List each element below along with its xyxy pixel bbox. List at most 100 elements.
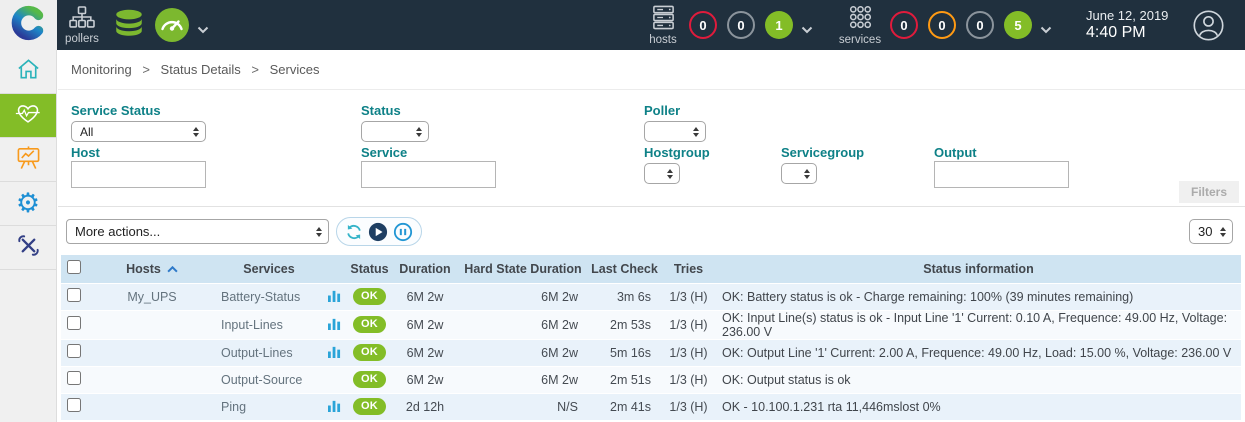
servicegroup-select[interactable] bbox=[781, 163, 817, 184]
sidebar-item-administration[interactable] bbox=[0, 226, 56, 270]
pollers-menu[interactable]: pollers bbox=[60, 0, 104, 50]
services-critical-badge[interactable]: 0 bbox=[890, 11, 918, 39]
more-actions-value: More actions... bbox=[75, 224, 160, 239]
duration-cell: 6M 2w bbox=[392, 310, 458, 339]
play-icon[interactable] bbox=[368, 222, 388, 242]
column-status-information[interactable]: Status information bbox=[716, 255, 1241, 283]
current-time: 4:40 PM bbox=[1086, 24, 1168, 42]
tries-cell: 1/3 (H) bbox=[661, 283, 716, 310]
poller-dropdown-chevron-icon[interactable] bbox=[197, 21, 209, 39]
sidebar-item-reporting[interactable] bbox=[0, 138, 56, 182]
tools-icon bbox=[16, 233, 41, 263]
service-name[interactable]: Input-Lines bbox=[217, 310, 321, 339]
services-warning-badge[interactable]: 0 bbox=[928, 11, 956, 39]
select-all-checkbox[interactable] bbox=[67, 260, 81, 274]
graph-icon[interactable] bbox=[328, 347, 341, 361]
hostgroup-select[interactable] bbox=[644, 163, 680, 184]
hosts-dropdown-chevron-icon[interactable] bbox=[801, 21, 813, 39]
hosts-up-badge[interactable]: 1 bbox=[765, 11, 793, 39]
row-checkbox[interactable] bbox=[67, 398, 81, 412]
row-checkbox[interactable] bbox=[67, 288, 81, 302]
hosts-down-badge[interactable]: 0 bbox=[689, 11, 717, 39]
row-checkbox[interactable] bbox=[67, 371, 81, 385]
row-checkbox[interactable] bbox=[67, 344, 81, 358]
filters-tab[interactable]: Filters bbox=[1179, 181, 1239, 203]
breadcrumb-status-details[interactable]: Status Details bbox=[161, 62, 241, 77]
database-status-icon[interactable] bbox=[112, 8, 146, 47]
status-label: Status bbox=[361, 103, 401, 118]
host-name[interactable]: My_UPS bbox=[87, 283, 217, 310]
host-name bbox=[87, 339, 217, 366]
report-board-icon bbox=[16, 145, 41, 175]
last-check-cell: 2m 51s bbox=[588, 366, 661, 393]
duration-cell: 6M 2w bbox=[392, 366, 458, 393]
services-unknown-badge[interactable]: 0 bbox=[966, 11, 994, 39]
duration-cell: 6M 2w bbox=[392, 339, 458, 366]
select-stepper-icon bbox=[193, 127, 205, 137]
status-information-cell: OK: Input Line(s) status is ok - Input L… bbox=[716, 310, 1241, 339]
pollers-icon bbox=[69, 6, 95, 32]
more-actions-select[interactable]: More actions... bbox=[66, 219, 329, 244]
breadcrumb-services[interactable]: Services bbox=[270, 62, 320, 77]
select-stepper-icon bbox=[693, 127, 705, 137]
hard-state-duration-cell: 6M 2w bbox=[458, 339, 588, 366]
hosts-menu[interactable]: hosts bbox=[643, 0, 683, 50]
host-name bbox=[87, 393, 217, 420]
service-name[interactable]: Output-Source bbox=[217, 366, 321, 393]
hosts-unreachable-badge[interactable]: 0 bbox=[727, 11, 755, 39]
host-name bbox=[87, 366, 217, 393]
service-name[interactable]: Output-Lines bbox=[217, 339, 321, 366]
service-input[interactable] bbox=[361, 161, 496, 188]
column-status[interactable]: Status bbox=[347, 255, 392, 283]
user-profile-icon[interactable] bbox=[1192, 9, 1225, 47]
clock: June 12, 2019 4:40 PM bbox=[1086, 8, 1168, 42]
breadcrumb-separator: > bbox=[251, 62, 259, 77]
graph-icon[interactable] bbox=[328, 319, 341, 333]
hard-state-duration-cell: 6M 2w bbox=[458, 283, 588, 310]
service-status-select[interactable]: All bbox=[71, 121, 206, 142]
breadcrumb-monitoring[interactable]: Monitoring bbox=[71, 62, 132, 77]
column-hard-state-duration[interactable]: Hard State Duration bbox=[458, 255, 588, 283]
poller-select[interactable] bbox=[644, 121, 706, 142]
status-select[interactable] bbox=[361, 121, 429, 142]
heartbeat-icon bbox=[14, 101, 42, 131]
services-dropdown-chevron-icon[interactable] bbox=[1040, 21, 1052, 39]
services-ok-badge[interactable]: 5 bbox=[1004, 11, 1032, 39]
service-label: Service bbox=[361, 145, 407, 160]
page-size-select[interactable]: 30 bbox=[1189, 219, 1233, 244]
host-input[interactable] bbox=[71, 161, 206, 188]
gauge-status-icon[interactable] bbox=[154, 7, 190, 48]
status-badge: OK bbox=[353, 398, 386, 415]
last-check-cell: 5m 16s bbox=[588, 339, 661, 366]
logo-box[interactable] bbox=[0, 0, 57, 50]
breadcrumb: Monitoring > Status Details > Services bbox=[58, 50, 1245, 90]
tries-cell: 1/3 (H) bbox=[661, 366, 716, 393]
pause-icon[interactable] bbox=[393, 222, 413, 242]
service-name[interactable]: Battery-Status bbox=[217, 283, 321, 310]
hostgroup-label: Hostgroup bbox=[644, 145, 710, 160]
sort-asc-icon bbox=[167, 262, 178, 276]
sidebar-item-configuration[interactable]: ⚙ bbox=[0, 182, 56, 226]
column-last-check[interactable]: Last Check bbox=[588, 255, 661, 283]
sidebar-item-monitoring[interactable] bbox=[0, 94, 56, 138]
output-input[interactable] bbox=[934, 161, 1069, 188]
column-duration[interactable]: Duration bbox=[392, 255, 458, 283]
column-hosts[interactable]: Hosts bbox=[87, 255, 217, 283]
topbar: pollers bbox=[0, 0, 1245, 50]
column-tries[interactable]: Tries bbox=[661, 255, 716, 283]
refresh-icon[interactable] bbox=[345, 223, 363, 241]
actions-toolbar: More actions... bbox=[58, 207, 1245, 255]
row-checkbox[interactable] bbox=[67, 316, 81, 330]
services-menu[interactable]: services bbox=[836, 0, 884, 50]
status-badge: OK bbox=[353, 344, 386, 361]
column-services[interactable]: Services bbox=[217, 255, 321, 283]
graph-icon[interactable] bbox=[328, 401, 341, 415]
sidebar-item-home[interactable] bbox=[0, 50, 56, 94]
graph-icon[interactable] bbox=[328, 291, 341, 305]
hard-state-duration-cell: 6M 2w bbox=[458, 310, 588, 339]
service-name[interactable]: Ping bbox=[217, 393, 321, 420]
status-information-cell: OK: Battery status is ok - Charge remain… bbox=[716, 283, 1241, 310]
select-stepper-icon bbox=[416, 127, 428, 137]
status-badge: OK bbox=[353, 316, 386, 333]
refresh-controls bbox=[336, 217, 422, 246]
